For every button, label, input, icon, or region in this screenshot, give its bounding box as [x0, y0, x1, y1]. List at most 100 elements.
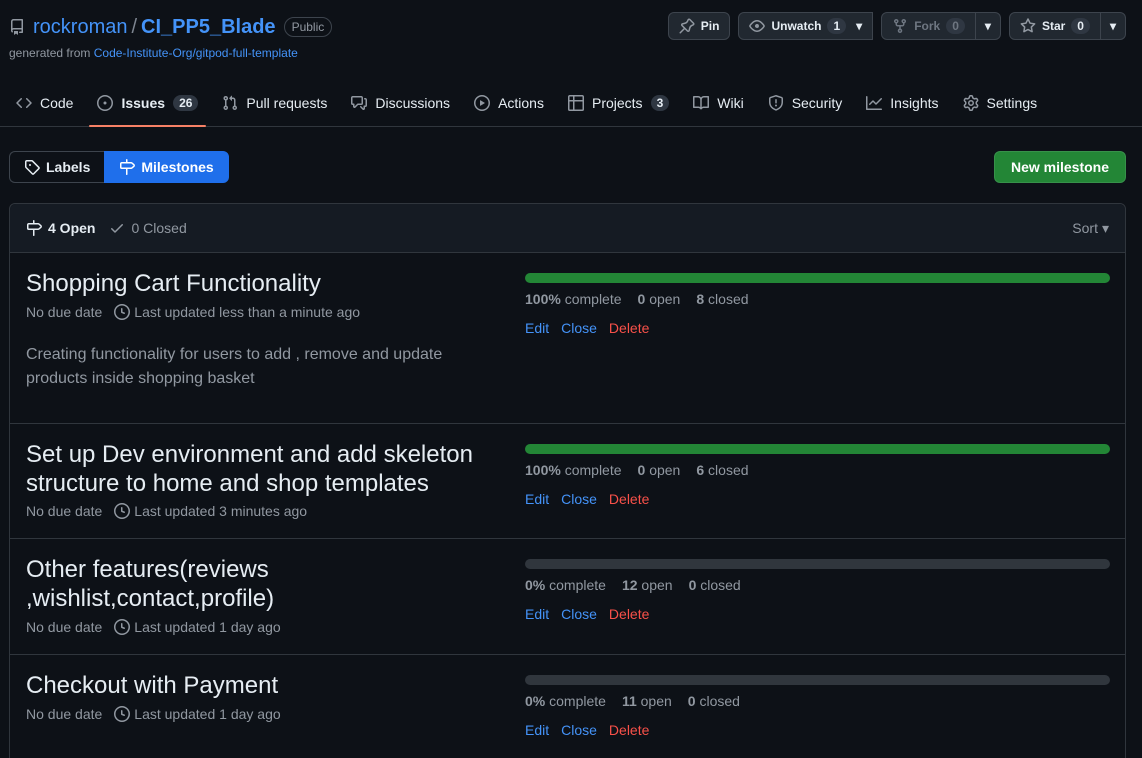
percent-value: 100% [525, 291, 561, 307]
percent-complete: 100% complete [525, 462, 622, 478]
last-updated: Last updated 3 minutes ago [134, 503, 308, 519]
repo-name-link[interactable]: CI_PP5_Blade [141, 16, 276, 39]
milestone-actions: Edit Close Delete [525, 320, 649, 336]
labels-link[interactable]: Labels [9, 151, 105, 183]
open-milestones-filter[interactable]: 4 Open [26, 220, 95, 236]
tab-insights[interactable]: Insights [858, 80, 946, 126]
close-link[interactable]: Close [561, 606, 597, 622]
closed-label: closed [708, 462, 749, 478]
progress-bar [525, 559, 1110, 569]
complete-label: complete [549, 577, 606, 593]
tab-code[interactable]: Code [8, 80, 81, 126]
closed-count: 0 [688, 577, 697, 593]
edit-link[interactable]: Edit [525, 491, 549, 507]
closed-count-label: 0 Closed [131, 220, 187, 236]
fork-group: Fork 0 ▾ [881, 12, 1001, 40]
repo-owner-link[interactable]: rockroman [33, 16, 127, 39]
last-updated: Last updated 1 day ago [134, 706, 281, 722]
closed-issues: 6 closed [696, 462, 748, 478]
tab-discussions[interactable]: Discussions [343, 80, 458, 126]
discussions-icon [351, 96, 368, 110]
delete-link[interactable]: Delete [609, 606, 649, 622]
chevron-down-icon: ▾ [984, 19, 991, 33]
edit-link[interactable]: Edit [525, 606, 549, 622]
progress-fill [525, 444, 1110, 454]
close-link[interactable]: Close [561, 491, 597, 507]
due-date: No due date [26, 503, 103, 519]
closed-count: 8 [696, 291, 705, 307]
percent-complete: 100% complete [525, 291, 622, 307]
star-count: 0 [1071, 18, 1090, 34]
tag-icon [25, 160, 40, 175]
generated-from: generated from Code-Institute-Org/gitpod… [9, 46, 332, 60]
open-label: open [649, 462, 681, 478]
sort-dropdown[interactable]: Sort ▾ [1072, 220, 1109, 237]
closed-milestones-filter[interactable]: 0 Closed [109, 220, 187, 236]
due-date: No due date [26, 619, 103, 635]
last-updated: Last updated less than a minute ago [134, 304, 361, 320]
delete-link[interactable]: Delete [609, 491, 649, 507]
tab-label: Insights [890, 95, 939, 111]
pin-button[interactable]: Pin [667, 12, 731, 40]
milestone-row: Set up Dev environment and add skeleton … [10, 424, 1125, 539]
play-icon [474, 95, 491, 111]
tab-projects[interactable]: Projects 3 [560, 80, 677, 126]
new-milestone-button[interactable]: New milestone [993, 151, 1126, 183]
fork-button[interactable]: Fork 0 [881, 12, 976, 40]
open-count: 0 [637, 462, 646, 478]
delete-link[interactable]: Delete [609, 320, 649, 336]
milestone-title[interactable]: Checkout with Payment [26, 671, 496, 700]
edit-link[interactable]: Edit [525, 320, 549, 336]
clock-icon [114, 706, 131, 722]
tab-label: Security [791, 95, 843, 111]
closed-label: closed [700, 577, 741, 593]
milestone-title[interactable]: Set up Dev environment and add skeleton … [26, 440, 496, 498]
template-link[interactable]: Code-Institute-Org/gitpod-full-template [94, 46, 298, 60]
code-icon [16, 97, 32, 109]
graph-icon [866, 96, 883, 110]
table-icon [567, 95, 584, 111]
fork-dropdown-button[interactable]: ▾ [975, 12, 1001, 40]
tab-settings[interactable]: Settings [955, 80, 1046, 126]
star-icon [1020, 18, 1036, 33]
milestone-title[interactable]: Other features(reviews ,wishlist,contact… [26, 555, 306, 613]
unwatch-button[interactable]: Unwatch 1 ▾ [738, 12, 874, 40]
edit-link[interactable]: Edit [525, 722, 549, 738]
open-count: 12 [621, 577, 638, 593]
close-link[interactable]: Close [561, 320, 597, 336]
chevron-down-icon: ▾ [1109, 19, 1116, 33]
tab-label: Settings [986, 95, 1038, 111]
fork-icon [894, 19, 907, 34]
tab-pull-requests[interactable]: Pull requests [214, 80, 335, 126]
open-count: 11 [621, 693, 637, 709]
close-link[interactable]: Close [561, 722, 597, 738]
open-label: open [640, 693, 672, 709]
milestone-row: Shopping Cart Functionality No due date … [10, 253, 1125, 424]
repo-header: rockroman / CI_PP5_Blade Public generate… [9, 14, 333, 64]
star-dropdown-button[interactable]: ▾ [1100, 12, 1126, 40]
tab-actions[interactable]: Actions [466, 80, 552, 126]
tab-label: Pull requests [246, 95, 328, 111]
milestone-stats: 0% complete 12 open 0 closed [525, 577, 741, 593]
eye-icon [749, 20, 766, 32]
milestones-list-header: 4 Open 0 Closed Sort ▾ [10, 204, 1125, 253]
tab-label: Actions [498, 95, 544, 111]
last-updated: Last updated 1 day ago [134, 619, 281, 635]
tab-issues[interactable]: Issues 26 [89, 80, 207, 127]
milestones-list: 4 Open 0 Closed Sort ▾ Shopping Cart Fun… [9, 203, 1126, 758]
star-button[interactable]: Star 0 [1008, 12, 1101, 40]
clock-icon [114, 304, 131, 320]
repo-icon [10, 19, 23, 35]
repo-title: rockroman / CI_PP5_Blade Public [9, 14, 333, 40]
chevron-down-icon: ▾ [856, 19, 863, 33]
milestone-row: Checkout with Payment No due date Last u… [10, 655, 1125, 758]
due-date: No due date [26, 706, 103, 722]
tab-security[interactable]: Security [760, 80, 851, 126]
milestone-title[interactable]: Shopping Cart Functionality [26, 269, 496, 298]
tab-wiki[interactable]: Wiki [685, 80, 751, 126]
milestones-link[interactable]: Milestones [104, 151, 229, 183]
milestone-icon [27, 220, 42, 236]
progress-bar [525, 675, 1110, 685]
fork-label: Fork [914, 19, 941, 33]
delete-link[interactable]: Delete [609, 722, 649, 738]
